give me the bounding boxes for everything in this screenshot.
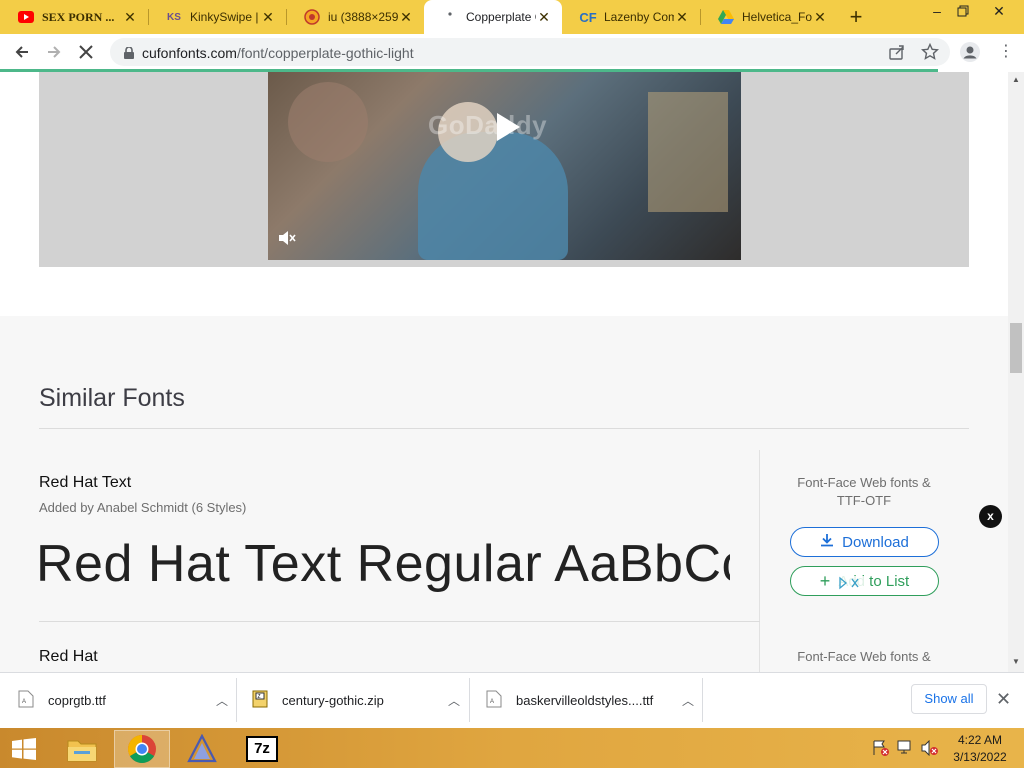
- new-tab-button[interactable]: +: [843, 4, 869, 30]
- tab-kinkyswipe[interactable]: KS KinkySwipe | ... ✕: [148, 0, 286, 34]
- menu-kebab-icon[interactable]: ⋮: [998, 44, 1014, 60]
- tab-title: iu (3888×259...: [328, 10, 398, 24]
- fontface-line: Font-Face Web fonts &: [797, 649, 931, 664]
- scroll-down-icon[interactable]: ▼: [1008, 656, 1024, 668]
- show-all-downloads-button[interactable]: Show all: [911, 684, 987, 714]
- iu-icon: [304, 9, 320, 25]
- close-icon[interactable]: ✕: [398, 9, 414, 26]
- tab-iu-image[interactable]: iu (3888×259... ✕: [286, 0, 424, 34]
- lock-icon[interactable]: [124, 46, 134, 59]
- tab-title: SEX PORN ...: [42, 9, 115, 24]
- tab-helvetica[interactable]: Helvetica_Fon... ✕: [700, 0, 838, 34]
- fontface-info: Font-Face Web fonts & TTF-OTF: [779, 474, 949, 510]
- download-divider: [702, 678, 703, 722]
- dot-icon: [442, 9, 458, 25]
- fontface-line: TTF-OTF: [836, 493, 892, 508]
- row-divider: [39, 621, 760, 622]
- 7zip-label: 7z: [246, 736, 278, 762]
- profile-avatar-icon[interactable]: [960, 42, 980, 67]
- forward-button[interactable]: [40, 38, 68, 66]
- download-filename: baskervilleoldstyles....ttf: [516, 692, 654, 708]
- bookmark-star-icon[interactable]: [920, 42, 940, 66]
- font-preview-text[interactable]: Red Hat Text Regular AaBbCc: [36, 534, 730, 594]
- font-added-by: Added by Anabel Schmidt (6 Styles): [39, 500, 247, 515]
- font-name-link[interactable]: Red Hat: [39, 648, 98, 666]
- chevron-up-icon[interactable]: ︿: [682, 692, 694, 709]
- tab-title: Copperplate G...: [466, 10, 536, 24]
- file-icon: A: [18, 690, 34, 711]
- flag-warning-icon[interactable]: [872, 740, 890, 761]
- play-icon[interactable]: [495, 112, 521, 147]
- chevron-up-icon[interactable]: ︿: [448, 692, 460, 709]
- 7zip-icon[interactable]: 7z: [234, 730, 290, 768]
- start-button[interactable]: [0, 730, 48, 768]
- url-text: cufonfonts.com/font/copperplate-gothic-l…: [142, 45, 414, 61]
- fontface-info: Font-Face Web fonts &: [779, 648, 949, 666]
- font-name-link[interactable]: Red Hat Text: [39, 474, 131, 492]
- drive-icon: [718, 9, 734, 25]
- download-item[interactable]: A coprgtb.ttf ︿: [18, 678, 228, 722]
- file-icon: A: [486, 690, 502, 711]
- tab-copperplate[interactable]: Copperplate G... ✕: [424, 0, 562, 34]
- similar-fonts-section: Similar Fonts Red Hat Text Added by Anab…: [0, 316, 1008, 672]
- download-icon: [820, 533, 834, 551]
- section-divider: [39, 428, 969, 429]
- close-icon[interactable]: ✕: [812, 9, 828, 26]
- url-path: /font/copperplate-gothic-light: [236, 45, 414, 61]
- clock-date[interactable]: 3/13/2022: [948, 750, 1012, 764]
- plus-icon: +: [819, 571, 831, 591]
- video-brand-watermark: GoDaddy: [428, 110, 548, 140]
- download-item[interactable]: Z century-gothic.zip ︿: [252, 678, 460, 722]
- chevron-up-icon[interactable]: ︿: [216, 692, 228, 709]
- file-explorer-icon[interactable]: [54, 730, 110, 768]
- back-button[interactable]: [8, 38, 36, 66]
- close-icon[interactable]: ✕: [260, 9, 276, 26]
- tab-youtube[interactable]: SEX PORN ... ✕: [0, 0, 148, 34]
- close-window-button[interactable]: ✕: [982, 0, 1016, 22]
- app-icon[interactable]: [174, 730, 230, 768]
- tab-title: Lazenby Com...: [604, 10, 674, 24]
- stop-loading-button[interactable]: [72, 38, 100, 66]
- chrome-icon[interactable]: [114, 730, 170, 768]
- youtube-icon: [18, 9, 34, 25]
- close-icon[interactable]: ✕: [122, 9, 138, 26]
- ks-favicon-icon: KS: [167, 11, 181, 23]
- network-icon[interactable]: [897, 740, 915, 761]
- close-shelf-icon[interactable]: ✕: [996, 689, 1011, 710]
- tab-title: KinkySwipe | ...: [190, 10, 260, 24]
- download-filename: century-gothic.zip: [282, 692, 384, 708]
- svg-text:A: A: [490, 699, 494, 705]
- url-host: cufonfonts.com: [142, 45, 237, 61]
- svg-text:Z: Z: [258, 694, 261, 700]
- similar-fonts-heading: Similar Fonts: [39, 384, 185, 412]
- share-icon[interactable]: [889, 44, 905, 65]
- fontface-line: Font-Face Web fonts &: [797, 475, 931, 490]
- scrollbar-thumb[interactable]: [1010, 323, 1022, 373]
- download-divider: [469, 678, 470, 722]
- download-item[interactable]: A baskervilleoldstyles....ttf ︿: [486, 678, 694, 722]
- zip-file-icon: Z: [252, 690, 268, 711]
- volume-muted-icon[interactable]: [921, 739, 939, 761]
- column-divider: [759, 450, 760, 672]
- restore-button[interactable]: [946, 0, 980, 22]
- tab-lazenby[interactable]: CF Lazenby Com... ✕: [562, 0, 700, 34]
- download-button[interactable]: Download: [790, 527, 939, 557]
- download-filename: coprgtb.ttf: [48, 692, 106, 708]
- close-icon[interactable]: ✕: [674, 9, 690, 26]
- close-icon[interactable]: ✕: [536, 9, 552, 26]
- clock-time[interactable]: 4:22 AM: [948, 733, 1012, 747]
- cf-favicon-icon: CF: [579, 9, 597, 25]
- scroll-up-icon[interactable]: ▲: [1008, 74, 1024, 86]
- ad-close-button[interactable]: x: [979, 505, 1002, 528]
- adchoices-icon[interactable]: [838, 576, 866, 590]
- svg-text:A: A: [22, 699, 26, 705]
- tab-title: Helvetica_Fon...: [742, 10, 812, 24]
- mute-icon[interactable]: [278, 230, 296, 251]
- video-ad-player[interactable]: GoDaddy: [268, 72, 741, 260]
- download-divider: [236, 678, 237, 722]
- download-label: Download: [842, 533, 909, 551]
